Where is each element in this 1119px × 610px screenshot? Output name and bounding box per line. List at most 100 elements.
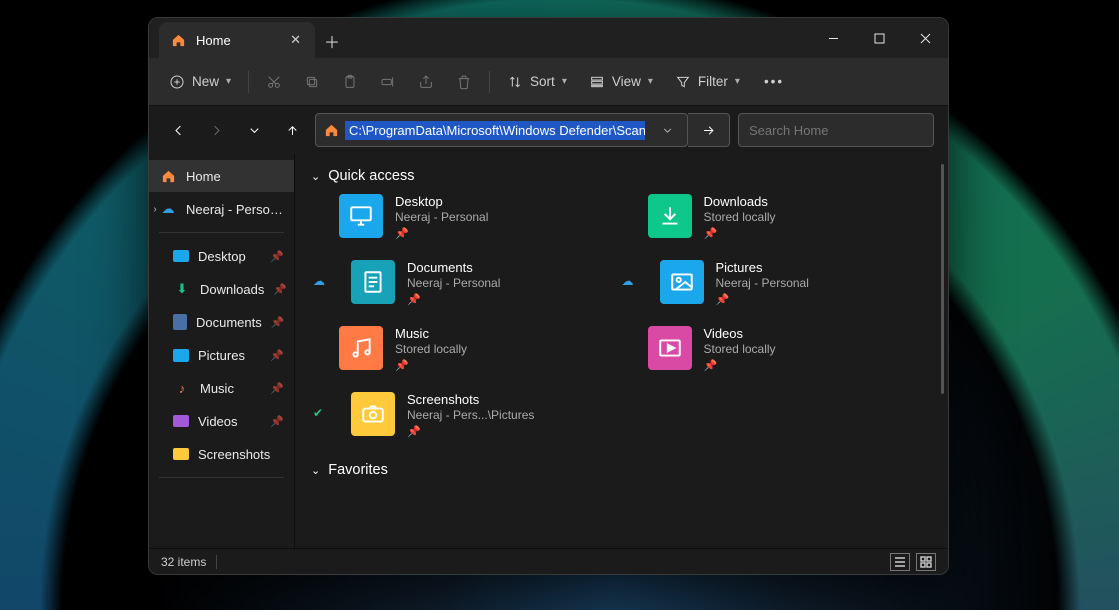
group-title: Quick access <box>328 168 414 184</box>
sidebar-item-downloads[interactable]: ⬇ Downloads 📌 <box>149 273 294 305</box>
item-name: Downloads <box>704 194 776 209</box>
paste-button[interactable] <box>332 65 368 99</box>
address-path[interactable]: C:\ProgramData\Microsoft\Windows Defende… <box>345 121 645 140</box>
quick-access-item[interactable]: ☁DocumentsNeeraj - Personal📌 <box>339 260 622 306</box>
address-history-button[interactable] <box>651 115 683 145</box>
sidebar-item-label: Pictures <box>198 348 245 363</box>
sidebar-item-documents[interactable]: Documents 📌 <box>149 306 294 338</box>
item-meta: DesktopNeeraj - Personal📌 <box>395 194 488 240</box>
item-name: Documents <box>407 260 500 275</box>
document-icon <box>173 314 187 330</box>
folder-thumbnail <box>339 194 383 238</box>
separator <box>159 232 284 233</box>
sidebar-item-music[interactable]: ♪ Music 📌 <box>149 372 294 404</box>
maximize-button[interactable] <box>856 18 902 58</box>
home-icon <box>324 123 339 138</box>
new-button-label: New <box>192 74 219 89</box>
forward-button[interactable] <box>201 115 231 145</box>
home-icon <box>171 33 186 48</box>
address-bar[interactable]: C:\ProgramData\Microsoft\Windows Defende… <box>315 113 688 147</box>
cut-icon <box>266 74 282 90</box>
music-icon: ♪ <box>173 380 191 396</box>
view-button[interactable]: View ▾ <box>579 65 663 99</box>
quick-access-item[interactable]: DesktopNeeraj - Personal📌 <box>339 194 622 240</box>
filter-icon <box>675 74 691 90</box>
sidebar-item-home[interactable]: Home <box>149 160 294 192</box>
sidebar-item-label: Documents <box>196 315 262 330</box>
chevron-down-icon: ▾ <box>562 76 567 87</box>
quick-access-grid: DesktopNeeraj - Personal📌DownloadsStored… <box>339 194 930 438</box>
close-button[interactable] <box>902 18 948 58</box>
sidebar-item-videos[interactable]: Videos 📌 <box>149 405 294 437</box>
copy-icon <box>304 74 320 90</box>
ellipsis-icon: ••• <box>764 74 784 89</box>
back-button[interactable] <box>163 115 193 145</box>
group-title: Favorites <box>328 462 388 478</box>
sidebar-item-onedrive[interactable]: › ☁ Neeraj - Persona <box>149 193 294 225</box>
pin-icon: 📌 <box>407 425 534 438</box>
item-name: Screenshots <box>407 392 534 407</box>
new-button[interactable]: New ▾ <box>159 65 241 99</box>
chevron-down-icon: ▾ <box>226 76 231 87</box>
sidebar-item-pictures[interactable]: Pictures 📌 <box>149 339 294 371</box>
filter-button[interactable]: Filter ▾ <box>665 65 750 99</box>
item-location: Neeraj - Personal <box>407 276 500 290</box>
go-button[interactable] <box>688 113 730 147</box>
chevron-down-icon: ⌄ <box>311 464 320 477</box>
sidebar-item-screenshots[interactable]: Screenshots <box>149 438 294 470</box>
home-icon <box>159 168 177 184</box>
more-button[interactable]: ••• <box>752 65 796 99</box>
share-button[interactable] <box>408 65 444 99</box>
status-item-count: 32 items <box>161 555 206 569</box>
cut-button[interactable] <box>256 65 292 99</box>
recent-locations-button[interactable] <box>239 115 269 145</box>
copy-button[interactable] <box>294 65 330 99</box>
quick-access-item[interactable]: MusicStored locally📌 <box>339 326 622 372</box>
paste-icon <box>342 74 358 90</box>
delete-button[interactable] <box>446 65 482 99</box>
group-header-favorites[interactable]: ⌄ Favorites <box>311 462 930 478</box>
folder-thumbnail <box>648 326 692 370</box>
scrollbar[interactable] <box>941 164 944 394</box>
folder-thumbnail <box>339 326 383 370</box>
separator <box>216 555 217 569</box>
search-box[interactable] <box>738 113 934 147</box>
item-meta: DownloadsStored locally📌 <box>704 194 776 240</box>
pin-icon: 📌 <box>704 227 776 240</box>
item-meta: MusicStored locally📌 <box>395 326 467 372</box>
item-location: Stored locally <box>704 342 776 356</box>
sidebar-item-desktop[interactable]: Desktop 📌 <box>149 240 294 272</box>
up-button[interactable] <box>277 115 307 145</box>
item-meta: VideosStored locally📌 <box>704 326 776 372</box>
sort-button[interactable]: Sort ▾ <box>497 65 577 99</box>
view-switcher <box>890 553 936 571</box>
quick-access-item[interactable]: VideosStored locally📌 <box>648 326 931 372</box>
video-icon <box>173 415 189 427</box>
rename-button[interactable] <box>370 65 406 99</box>
sidebar-item-label: Home <box>186 169 221 184</box>
pin-icon: 📌 <box>273 283 287 296</box>
item-location: Neeraj - Personal <box>716 276 809 290</box>
search-input[interactable] <box>749 123 925 138</box>
status-bar: 32 items <box>149 548 948 574</box>
quick-access-item[interactable]: ☁PicturesNeeraj - Personal📌 <box>648 260 931 306</box>
new-tab-button[interactable]: ＋ <box>315 24 349 58</box>
quick-access-item[interactable]: ✔ScreenshotsNeeraj - Pers...\Pictures📌 <box>339 392 622 438</box>
minimize-button[interactable] <box>810 18 856 58</box>
tab-close-button[interactable]: ✕ <box>286 28 305 52</box>
navigation-row: C:\ProgramData\Microsoft\Windows Defende… <box>149 106 948 154</box>
details-view-button[interactable] <box>890 553 910 571</box>
sidebar-item-label: Music <box>200 381 234 396</box>
large-icons-view-button[interactable] <box>916 553 936 571</box>
pin-icon: 📌 <box>271 316 285 329</box>
group-header-quick-access[interactable]: ⌄ Quick access <box>311 168 930 184</box>
chevron-right-icon[interactable]: › <box>148 204 162 215</box>
quick-access-item[interactable]: DownloadsStored locally📌 <box>648 194 931 240</box>
command-bar: New ▾ Sort ▾ View ▾ Filter ▾ ••• <box>149 58 948 106</box>
item-name: Desktop <box>395 194 488 209</box>
sort-icon <box>507 74 523 90</box>
tab-home[interactable]: Home ✕ <box>159 22 315 58</box>
sidebar-item-label: Downloads <box>200 282 264 297</box>
pin-icon: 📌 <box>270 415 284 428</box>
file-explorer-window: Home ✕ ＋ New ▾ Sort ▾ View <box>148 17 949 575</box>
